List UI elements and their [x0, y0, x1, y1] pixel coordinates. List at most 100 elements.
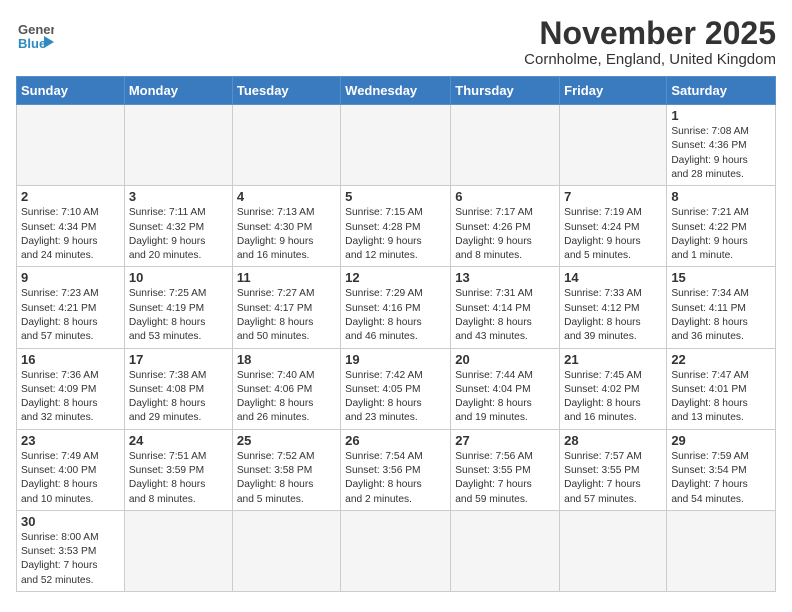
calendar-week-row: 2 Sunrise: 7:10 AMSunset: 4:34 PMDaylight… [17, 186, 776, 267]
table-row: 19 Sunrise: 7:42 AMSunset: 4:05 PMDayligh… [341, 348, 451, 429]
table-row: 6Sunrise: 7:17 AMSunset: 4:26 PMDaylight… [451, 186, 560, 267]
calendar-header-row: Sunday Monday Tuesday Wednesday Thursday… [17, 77, 776, 105]
day-info: Sunrise: 7:40 AMSunset: 4:06 PMDaylight:… [237, 369, 336, 426]
table-row [560, 105, 667, 186]
day-info: Sunrise: 7:59 AMSunset: 3:54 PMDaylight:… [671, 450, 771, 507]
day-info: Sunrise: 7:42 AMSunset: 4:05 PMDaylight:… [345, 369, 446, 426]
day-number: 9 [21, 270, 120, 285]
table-row [341, 510, 451, 591]
day-number: 29 [671, 433, 771, 448]
svg-text:General: General [18, 22, 54, 37]
col-thursday: Thursday [451, 77, 560, 105]
day-number: 12 [345, 270, 446, 285]
day-number: 19 [345, 352, 446, 367]
day-number: 27 [455, 433, 555, 448]
col-sunday: Sunday [17, 77, 125, 105]
day-info: Sunrise: 7:21 AMSunset: 4:22 PMDaylight:… [671, 206, 771, 263]
table-row: 15 Sunrise: 7:34 AMSunset: 4:11 PMDayligh… [667, 267, 776, 348]
day-info: Sunrise: 7:27 AMSunset: 4:17 PMDaylight:… [237, 287, 336, 344]
table-row: 18 Sunrise: 7:40 AMSunset: 4:06 PMDayligh… [232, 348, 340, 429]
table-row: 8 Sunrise: 7:21 AMSunset: 4:22 PMDaylight… [667, 186, 776, 267]
day-number: 1 [671, 108, 771, 123]
col-tuesday: Tuesday [232, 77, 340, 105]
table-row: 29 Sunrise: 7:59 AMSunset: 3:54 PMDayligh… [667, 429, 776, 510]
day-number: 21 [564, 352, 662, 367]
day-info: Sunrise: 7:38 AMSunset: 4:08 PMDaylight:… [129, 369, 228, 426]
day-number: 8 [671, 189, 771, 204]
day-number: 5 [345, 189, 446, 204]
day-info: Sunrise: 7:47 AMSunset: 4:01 PMDaylight:… [671, 369, 771, 426]
day-info: Sunrise: 7:11 AMSunset: 4:32 PMDaylight:… [129, 206, 228, 263]
day-info: Sunrise: 8:00 AMSunset: 3:53 PMDaylight:… [21, 531, 120, 588]
day-info: Sunrise: 7:52 AMSunset: 3:58 PMDaylight:… [237, 450, 336, 507]
day-number: 15 [671, 270, 771, 285]
day-info: Sunrise: 7:36 AMSunset: 4:09 PMDaylight:… [21, 369, 120, 426]
table-row: 20Sunrise: 7:44 AMSunset: 4:04 PMDayligh… [451, 348, 560, 429]
day-info: Sunrise: 7:54 AMSunset: 3:56 PMDaylight:… [345, 450, 446, 507]
header: General Blue November 2025 Cornholme, En… [16, 16, 776, 68]
table-row: 24Sunrise: 7:51 AMSunset: 3:59 PMDayligh… [124, 429, 232, 510]
day-number: 26 [345, 433, 446, 448]
day-info: Sunrise: 7:10 AMSunset: 4:34 PMDaylight:… [21, 206, 120, 263]
title-area: November 2025 Cornholme, England, United… [524, 16, 776, 68]
day-info: Sunrise: 7:25 AMSunset: 4:19 PMDaylight:… [129, 287, 228, 344]
table-row: 11Sunrise: 7:27 AMSunset: 4:17 PMDayligh… [232, 267, 340, 348]
day-info: Sunrise: 7:56 AMSunset: 3:55 PMDaylight:… [455, 450, 555, 507]
table-row: 13Sunrise: 7:31 AMSunset: 4:14 PMDayligh… [451, 267, 560, 348]
table-row: 2 Sunrise: 7:10 AMSunset: 4:34 PMDaylight… [17, 186, 125, 267]
page-container: General Blue November 2025 Cornholme, En… [16, 16, 776, 592]
day-info: Sunrise: 7:15 AMSunset: 4:28 PMDaylight:… [345, 206, 446, 263]
calendar-week-row: 23Sunrise: 7:49 AMSunset: 4:00 PMDayligh… [17, 429, 776, 510]
day-number: 2 [21, 189, 120, 204]
day-info: Sunrise: 7:19 AMSunset: 4:24 PMDaylight:… [564, 206, 662, 263]
table-row [124, 510, 232, 591]
calendar-week-row: 16 Sunrise: 7:36 AMSunset: 4:09 PMDayligh… [17, 348, 776, 429]
table-row [667, 510, 776, 591]
day-number: 3 [129, 189, 228, 204]
day-number: 28 [564, 433, 662, 448]
day-info: Sunrise: 7:23 AMSunset: 4:21 PMDaylight:… [21, 287, 120, 344]
day-number: 4 [237, 189, 336, 204]
table-row [124, 105, 232, 186]
table-row: 4 Sunrise: 7:13 AMSunset: 4:30 PMDaylight… [232, 186, 340, 267]
day-info: Sunrise: 7:57 AMSunset: 3:55 PMDaylight:… [564, 450, 662, 507]
logo-icon: General Blue [16, 16, 54, 54]
day-number: 24 [129, 433, 228, 448]
table-row: 10 Sunrise: 7:25 AMSunset: 4:19 PMDayligh… [124, 267, 232, 348]
table-row: 14 Sunrise: 7:33 AMSunset: 4:12 PMDayligh… [560, 267, 667, 348]
table-row: 30Sunrise: 8:00 AMSunset: 3:53 PMDayligh… [17, 510, 125, 591]
day-info: Sunrise: 7:08 AMSunset: 4:36 PMDaylight:… [671, 125, 771, 182]
col-wednesday: Wednesday [341, 77, 451, 105]
table-row: 27 Sunrise: 7:56 AMSunset: 3:55 PMDayligh… [451, 429, 560, 510]
table-row: 16 Sunrise: 7:36 AMSunset: 4:09 PMDayligh… [17, 348, 125, 429]
table-row: 9 Sunrise: 7:23 AMSunset: 4:21 PMDaylight… [17, 267, 125, 348]
table-row [17, 105, 125, 186]
day-number: 7 [564, 189, 662, 204]
day-info: Sunrise: 7:31 AMSunset: 4:14 PMDaylight:… [455, 287, 555, 344]
table-row: 3 Sunrise: 7:11 AMSunset: 4:32 PMDaylight… [124, 186, 232, 267]
table-row: 26 Sunrise: 7:54 AMSunset: 3:56 PMDayligh… [341, 429, 451, 510]
table-row: 21 Sunrise: 7:45 AMSunset: 4:02 PMDayligh… [560, 348, 667, 429]
col-saturday: Saturday [667, 77, 776, 105]
table-row: 28 Sunrise: 7:57 AMSunset: 3:55 PMDayligh… [560, 429, 667, 510]
table-row: 25 Sunrise: 7:52 AMSunset: 3:58 PMDayligh… [232, 429, 340, 510]
day-info: Sunrise: 7:45 AMSunset: 4:02 PMDaylight:… [564, 369, 662, 426]
table-row [232, 105, 340, 186]
day-info: Sunrise: 7:34 AMSunset: 4:11 PMDaylight:… [671, 287, 771, 344]
day-info: Sunrise: 7:33 AMSunset: 4:12 PMDaylight:… [564, 287, 662, 344]
table-row: 22Sunrise: 7:47 AMSunset: 4:01 PMDayligh… [667, 348, 776, 429]
day-number: 25 [237, 433, 336, 448]
calendar-week-row: 9 Sunrise: 7:23 AMSunset: 4:21 PMDaylight… [17, 267, 776, 348]
day-number: 10 [129, 270, 228, 285]
day-number: 14 [564, 270, 662, 285]
day-number: 18 [237, 352, 336, 367]
calendar-subtitle: Cornholme, England, United Kingdom [524, 51, 776, 68]
day-info: Sunrise: 7:29 AMSunset: 4:16 PMDaylight:… [345, 287, 446, 344]
day-info: Sunrise: 7:13 AMSunset: 4:30 PMDaylight:… [237, 206, 336, 263]
calendar-week-row: 1 Sunrise: 7:08 AMSunset: 4:36 PMDaylight… [17, 105, 776, 186]
table-row: 12 Sunrise: 7:29 AMSunset: 4:16 PMDayligh… [341, 267, 451, 348]
day-number: 16 [21, 352, 120, 367]
day-number: 6 [455, 189, 555, 204]
table-row: 7 Sunrise: 7:19 AMSunset: 4:24 PMDaylight… [560, 186, 667, 267]
col-monday: Monday [124, 77, 232, 105]
